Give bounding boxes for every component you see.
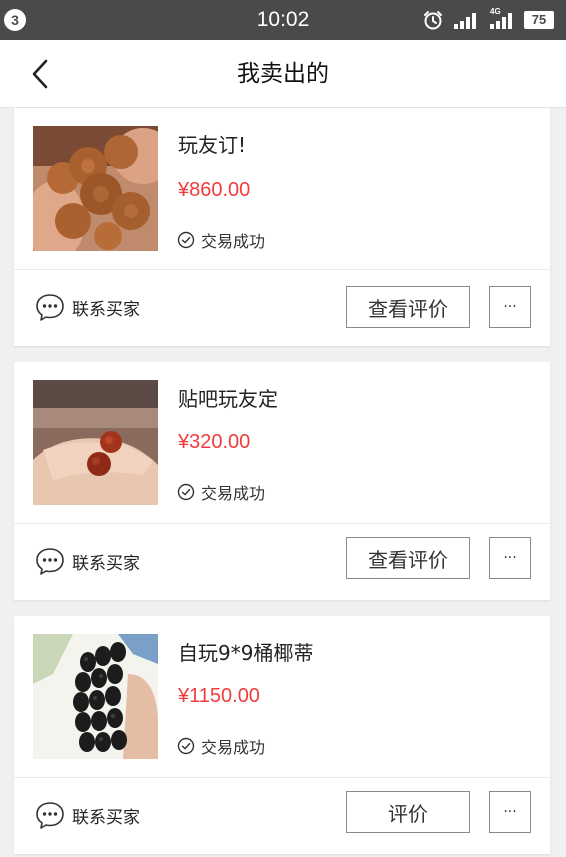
order-summary[interactable]: 贴吧玩友定 ¥320.00 交易成功 [14,362,550,524]
order-status: 交易成功 [177,228,265,252]
review-button[interactable]: 评价 [346,791,470,833]
check-circle-icon [177,737,195,755]
product-title: 自玩9*9桶椰蒂 [178,641,314,665]
product-price: ¥1150.00 [178,685,260,707]
order-status: 交易成功 [177,480,265,504]
order-status-text: 交易成功 [201,232,266,251]
contact-buyer-button[interactable]: 联系买家 [34,800,140,830]
alarm-icon [424,11,442,30]
product-thumbnail [33,380,158,505]
order-summary[interactable]: 自玩9*9桶椰蒂 ¥1150.00 交易成功 [14,616,550,778]
view-review-button[interactable]: 查看评价 [346,286,470,328]
more-options-button[interactable]: ··· [489,791,531,833]
product-price: ¥860.00 [178,179,251,201]
product-thumbnail [33,126,158,251]
order-status-text: 交易成功 [201,738,266,757]
product-thumbnail [33,634,158,759]
battery-icon: 75 [524,11,554,29]
order-card: 贴吧玩友定 ¥320.00 交易成功 联系买家 查看评价 ··· [14,362,550,600]
check-circle-icon [177,231,195,249]
contact-buyer-label: 联系买家 [72,299,140,320]
order-status-text: 交易成功 [201,484,266,503]
view-review-button[interactable]: 查看评价 [346,537,470,579]
contact-buyer-button[interactable]: 联系买家 [34,546,140,576]
product-price: ¥320.00 [178,431,251,453]
contact-buyer-button[interactable]: 联系买家 [34,292,140,322]
chat-bubble-icon [36,548,64,575]
order-card: 玩友订! ¥860.00 交易成功 联系买家 查看评价 ··· [14,108,550,346]
order-summary[interactable]: 玩友订! ¥860.00 交易成功 [14,108,550,270]
page-title: 我卖出的 [237,61,329,87]
order-card: 自玩9*9桶椰蒂 ¥1150.00 交易成功 联系买家 评价 ··· [14,616,550,854]
status-icons: 4G 75 [422,7,554,32]
chat-bubble-icon [36,294,64,321]
product-title: 贴吧玩友定 [178,387,278,411]
status-bar: 3 10:02 4G 75 [0,0,566,40]
header: 我卖出的 [0,40,566,108]
more-options-button[interactable]: ··· [489,286,531,328]
signal-4g-icon: 4G [488,7,516,29]
order-status: 交易成功 [177,734,265,758]
check-circle-icon [177,483,195,501]
contact-buyer-label: 联系买家 [72,553,140,574]
signal-icon [452,11,480,29]
contact-buyer-label: 联系买家 [72,807,140,828]
more-options-button[interactable]: ··· [489,537,531,579]
chat-bubble-icon [36,802,64,829]
product-title: 玩友订! [178,133,247,157]
